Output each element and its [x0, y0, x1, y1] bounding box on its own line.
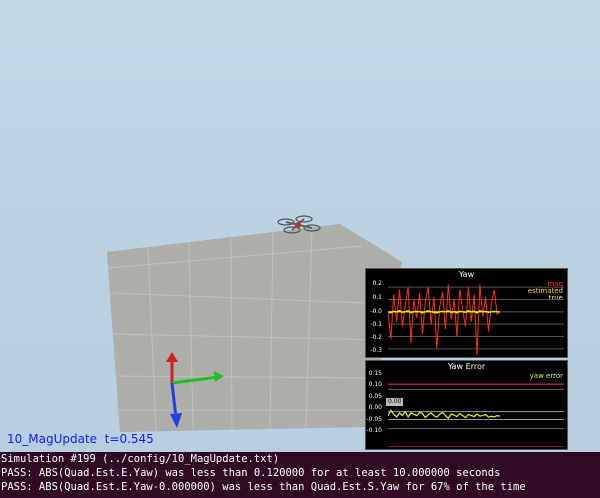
yaw-error-y-tick: 0.10: [368, 381, 382, 388]
yaw-error-y-tick: -0.10: [366, 427, 382, 434]
yaw-plot-area: [388, 284, 564, 355]
console-line: PASS: ABS(Quad.Est.E.Yaw-0.000000) was l…: [1, 481, 526, 493]
yaw-error-plot-title: Yaw Error: [447, 362, 486, 371]
yaw-error-plot-area: [388, 383, 564, 447]
yaw-y-tick: -0.1: [370, 321, 382, 328]
console-line: PASS: ABS(Quad.Est.E.Yaw) was less than …: [1, 467, 501, 479]
3d-viewport[interactable]: 10_MagUpdate t=0.545 Yaw 0.2 0.1 -0.0 -0…: [0, 0, 600, 452]
yaw-y-tick: -0.3: [370, 347, 382, 354]
console-output: Simulation #199 (../config/10_MagUpdate.…: [0, 452, 600, 498]
yaw-error-y-tick: 0.00: [368, 404, 382, 411]
yaw-error-y-tick: -0.05: [366, 416, 382, 423]
yaw-y-tick: -0.0: [370, 308, 382, 315]
console-line: Simulation #199 (../config/10_MagUpdate.…: [1, 453, 280, 465]
series-mag: [388, 284, 501, 355]
yaw-error-plot-panel[interactable]: Yaw Error 0.15 0.10 0.05 0.00 -0.05 -0.1…: [365, 360, 568, 450]
yaw-plot-title: Yaw: [458, 270, 475, 279]
yaw-error-y-tick: 0.05: [368, 393, 382, 400]
yaw-y-tick: -0.2: [370, 334, 382, 341]
yaw-plot-panel[interactable]: Yaw 0.2 0.1 -0.0 -0.1 -0.2 -0.3 mag esti…: [365, 268, 568, 358]
yaw-error-y-tick: 0.15: [368, 370, 382, 377]
scenario-time-label: 10_MagUpdate t=0.545: [7, 432, 154, 446]
yaw-y-tick: 0.2: [372, 280, 382, 287]
yaw-y-tick: 0.1: [372, 294, 382, 301]
